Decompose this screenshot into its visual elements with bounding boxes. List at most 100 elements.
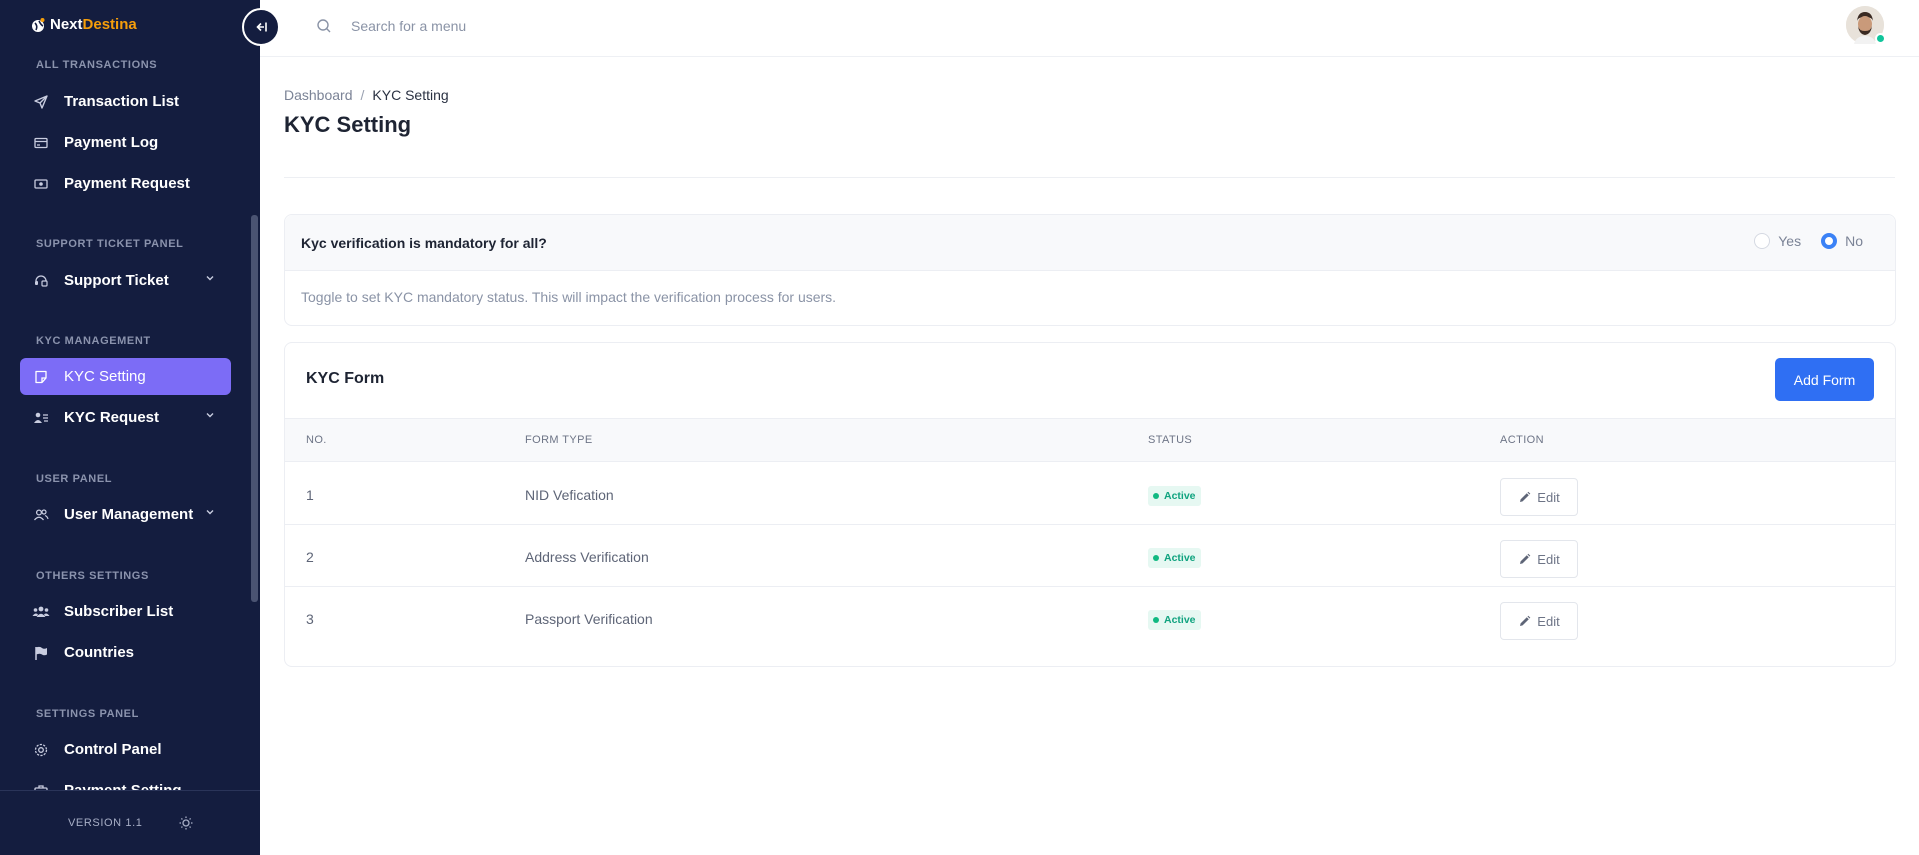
breadcrumb: Dashboard / KYC Setting — [284, 87, 449, 103]
sun-icon[interactable] — [178, 815, 194, 836]
row-form-type: Address Verification — [525, 549, 649, 565]
flag-icon — [32, 644, 50, 662]
column-header-action: ACTION — [1500, 434, 1544, 446]
section-title-kyc: KYC MANAGEMENT — [36, 335, 151, 347]
sidebar-item-label: Support Ticket — [64, 272, 169, 289]
topbar — [260, 0, 1919, 57]
edit-button[interactable]: Edit — [1500, 602, 1578, 640]
ticket-icon — [32, 272, 50, 290]
sidebar-item-payment-log[interactable]: Payment Log — [20, 124, 231, 161]
sidebar-item-user-management[interactable]: User Management — [20, 496, 231, 533]
chevron-down-icon — [206, 413, 214, 418]
radio-yes-circle[interactable] — [1754, 233, 1771, 249]
sidebar-item-label: User Management — [64, 506, 194, 523]
search-input[interactable] — [351, 14, 751, 38]
sidebar-item-label: Transaction List — [64, 93, 180, 110]
sidebar-item-payment-setting[interactable]: Payment Setting — [20, 772, 231, 790]
radio-no[interactable]: No — [1821, 233, 1863, 249]
edit-button-label: Edit — [1537, 489, 1560, 505]
collapse-sidebar-button[interactable] — [242, 8, 280, 46]
sidebar-item-label: Subscriber List — [64, 603, 174, 620]
radio-no-label: No — [1845, 233, 1863, 249]
sidebar-item-label: KYC Request — [64, 409, 160, 426]
table-header: NO. FORM TYPE STATUS ACTION — [285, 418, 1895, 462]
column-header-no: NO. — [306, 434, 327, 446]
radio-no-circle[interactable] — [1821, 233, 1838, 249]
sidebar-item-label: Payment Log — [64, 134, 159, 151]
sidebar-item-countries[interactable]: Countries — [20, 634, 231, 671]
version-label: VERSION 1.1 — [68, 817, 143, 829]
sidebar-item-label: Payment Request — [64, 175, 190, 192]
send-icon — [32, 93, 50, 111]
pencil-icon — [1520, 491, 1531, 502]
brand-logo[interactable]: Next Destina — [30, 16, 137, 33]
section-title-others: OTHERS SETTINGS — [36, 570, 149, 582]
kyc-mandatory-header: Kyc verification is mandatory for all? Y… — [285, 215, 1895, 271]
pencil-icon — [1520, 615, 1531, 626]
row-number: 1 — [306, 487, 314, 503]
globe-logo-icon — [32, 17, 45, 32]
edit-button[interactable]: Edit — [1500, 540, 1578, 578]
note-icon — [32, 368, 50, 386]
sidebar-item-subscriber-list[interactable]: Subscriber List — [20, 593, 231, 630]
brand-name-second: Destina — [82, 16, 137, 33]
breadcrumb-separator: / — [360, 87, 365, 103]
sidebar-item-control-panel[interactable]: Control Panel — [20, 731, 231, 768]
sidebar-item-support-ticket[interactable]: Support Ticket — [20, 262, 231, 299]
sidebar-item-label: Payment Setting — [64, 782, 182, 790]
radio-yes[interactable]: Yes — [1754, 233, 1801, 249]
status-badge-label: Active — [1164, 614, 1196, 626]
table-row: 1 NID Vefication Active Edit — [285, 463, 1895, 525]
breadcrumb-current: KYC Setting — [372, 87, 449, 103]
sidebar-scrollbar[interactable] — [251, 215, 258, 602]
header-divider — [284, 177, 1895, 178]
section-title-user-panel: USER PANEL — [36, 473, 113, 485]
gear-icon — [32, 741, 50, 759]
section-title-settings: SETTINGS PANEL — [36, 708, 139, 720]
collapse-arrow-icon — [256, 22, 267, 32]
users-icon — [32, 506, 50, 524]
status-dot — [1153, 555, 1159, 561]
sidebar-item-kyc-request[interactable]: KYC Request — [20, 399, 231, 436]
add-form-button[interactable]: Add Form — [1775, 358, 1874, 401]
radio-yes-label: Yes — [1778, 233, 1802, 249]
avatar[interactable] — [1846, 6, 1886, 44]
kyc-form-title: KYC Form — [306, 370, 385, 387]
sidebar-footer: VERSION 1.1 — [0, 790, 260, 855]
chevron-down-icon — [206, 276, 214, 281]
table-row: 2 Address Verification Active Edit — [285, 525, 1895, 587]
page-title: KYC Setting — [284, 112, 412, 137]
breadcrumb-home-link[interactable]: Dashboard — [284, 87, 353, 103]
sidebar-item-payment-request[interactable]: Payment Request — [20, 165, 231, 202]
brand-name-first: Next — [50, 16, 83, 33]
kyc-form-card: KYC Form Add Form NO. FORM TYPE STATUS A… — [284, 342, 1896, 667]
column-header-status: STATUS — [1148, 434, 1193, 446]
status-badge-label: Active — [1164, 490, 1196, 502]
row-form-type: Passport Verification — [525, 611, 653, 627]
user-list-icon — [32, 409, 50, 427]
sidebar: Next Destina ALL TRANSACTIONS Transaction… — [0, 0, 260, 855]
group-icon — [32, 603, 50, 621]
section-title-support: SUPPORT TICKET PANEL — [36, 238, 184, 250]
status-badge-label: Active — [1164, 552, 1196, 564]
section-title-transactions: ALL TRANSACTIONS — [36, 59, 158, 71]
sidebar-item-label: Countries — [64, 644, 135, 661]
column-header-form-type: FORM TYPE — [525, 434, 593, 446]
status-badge: Active — [1148, 486, 1201, 506]
edit-button-label: Edit — [1537, 551, 1560, 567]
card-icon — [32, 134, 50, 152]
sidebar-item-label: KYC Setting — [64, 368, 146, 385]
status-dot — [1153, 617, 1159, 623]
search-icon — [317, 19, 331, 33]
edit-button-label: Edit — [1537, 613, 1560, 629]
row-number: 3 — [306, 611, 314, 627]
status-badge: Active — [1148, 610, 1201, 630]
status-badge: Active — [1148, 548, 1201, 568]
edit-button[interactable]: Edit — [1500, 478, 1578, 516]
sidebar-menu: ALL TRANSACTIONS Transaction List Paymen… — [0, 50, 248, 790]
cash-icon — [32, 175, 50, 193]
sidebar-item-kyc-setting[interactable]: KYC Setting — [20, 358, 231, 395]
kyc-mandatory-card: Kyc verification is mandatory for all? Y… — [284, 214, 1896, 326]
sidebar-item-transaction-list[interactable]: Transaction List — [20, 83, 231, 120]
table-row: 3 Passport Verification Active Edit — [285, 587, 1895, 649]
